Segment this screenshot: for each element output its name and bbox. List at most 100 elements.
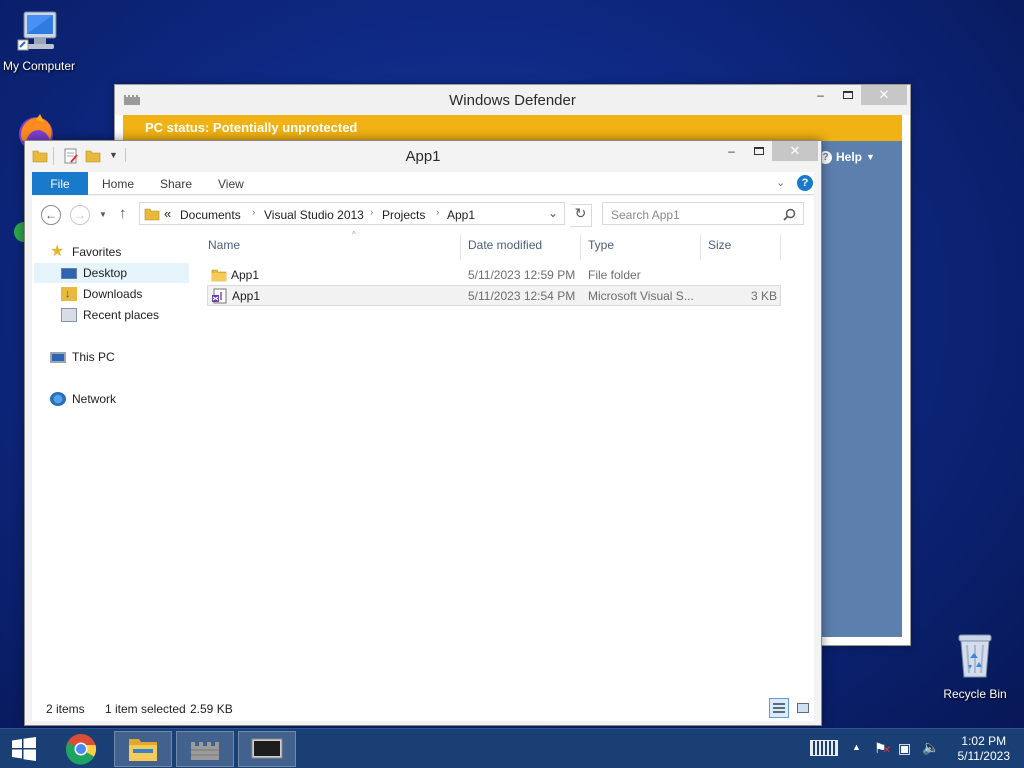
taskbar-file-explorer-button[interactable] <box>114 731 172 767</box>
address-box[interactable]: « Documents › Visual Studio 2013 › Proje… <box>139 202 565 225</box>
large-icons-view-icon <box>797 703 809 713</box>
breadcrumb-visual-studio[interactable]: Visual Studio 2013 <box>264 208 364 222</box>
star-icon: ★ <box>50 243 65 260</box>
nav-label: Network <box>72 392 117 406</box>
address-dropdown-chevron-icon[interactable]: ⌄ <box>548 206 558 220</box>
chevron-down-icon: ▼ <box>866 152 875 162</box>
desktop-icon <box>61 267 77 279</box>
back-arrow-icon: ← <box>45 208 57 222</box>
column-header-name[interactable]: Name <box>204 238 240 258</box>
folder-icon <box>211 269 227 282</box>
sort-indicator-icon: ^ <box>352 230 356 239</box>
column-header-type[interactable]: Type <box>584 238 614 258</box>
breadcrumb-projects[interactable]: Projects <box>382 208 425 222</box>
taskbar: ▲ ⚑✕ ▣ 🔈 1:02 PM 5/11/2023 <box>0 728 1024 768</box>
start-button[interactable] <box>0 731 48 767</box>
breadcrumb-separator-icon[interactable]: › <box>370 207 373 218</box>
breadcrumb-app1[interactable]: App1 <box>447 208 475 222</box>
close-icon: ✕ <box>789 143 801 158</box>
refresh-icon[interactable]: ↻ <box>570 204 592 227</box>
tab-home[interactable]: Home <box>102 172 134 195</box>
file-type: File folder <box>588 268 641 282</box>
file-explorer-window[interactable]: ▼ App1 – ✕ File Home Share View ⌄ ? ← → … <box>24 140 822 726</box>
maximize-icon <box>842 91 853 99</box>
show-hidden-icons-chevron-icon[interactable]: ▲ <box>852 742 861 752</box>
close-button[interactable]: ✕ <box>772 141 818 161</box>
defender-castle-icon <box>191 742 219 760</box>
keyboard-icon[interactable] <box>810 740 838 756</box>
nav-item-downloads[interactable]: ↓ Downloads <box>61 284 142 304</box>
clock-time: 1:02 PM <box>961 734 1007 748</box>
breadcrumb-overflow[interactable]: « <box>164 206 171 221</box>
minimize-button[interactable]: – <box>807 85 834 105</box>
volume-muted-icon[interactable]: 🔈 <box>922 739 939 756</box>
desktop-icon-label: Recycle Bin <box>943 687 1007 701</box>
nav-item-desktop[interactable]: Desktop <box>34 263 189 283</box>
search-icon[interactable] <box>783 208 796 221</box>
breadcrumb-documents[interactable]: Documents <box>180 208 241 222</box>
file-list: ^ Name Date modified Type Size App1 5/11… <box>204 230 814 695</box>
up-arrow-icon[interactable]: ↑ <box>119 205 127 222</box>
explorer-title-bar[interactable]: ▼ App1 – ✕ <box>25 141 821 171</box>
action-center-flag-icon[interactable]: ⚑✕ <box>874 740 891 757</box>
file-explorer-icon <box>129 739 157 761</box>
recent-locations-chevron-icon[interactable]: ▼ <box>99 210 107 219</box>
help-menu[interactable]: ? Help ▼ <box>819 150 875 164</box>
nav-item-network[interactable]: Network <box>50 389 116 409</box>
column-header-size[interactable]: Size <box>704 238 731 258</box>
nav-label: Recent places <box>83 308 160 322</box>
nav-item-favorites[interactable]: ★ Favorites <box>50 242 121 262</box>
this-pc-icon <box>50 351 66 363</box>
file-size: 3 KB <box>750 289 777 303</box>
expand-ribbon-chevron-icon[interactable]: ⌄ <box>776 176 785 189</box>
defender-title-bar[interactable]: Windows Defender – ✕ <box>115 85 910 115</box>
back-button[interactable]: ← <box>41 205 61 225</box>
breadcrumb-separator-icon[interactable]: › <box>252 207 255 218</box>
maximize-button[interactable] <box>745 141 772 161</box>
ribbon-tabs: File Home Share View ⌄ ? <box>32 172 814 195</box>
tab-file[interactable]: File <box>32 172 88 195</box>
tab-share[interactable]: Share <box>160 172 192 195</box>
folder-icon <box>144 208 160 221</box>
help-icon[interactable]: ? <box>797 175 813 191</box>
item-count: 2 items <box>46 702 85 716</box>
status-bar: 2 items 1 item selected 2.59 KB <box>32 695 814 721</box>
forward-button[interactable]: → <box>70 205 90 225</box>
nav-item-recent-places[interactable]: Recent places <box>61 305 159 325</box>
explorer-content: ★ Favorites Desktop ↓ Downloads Recent p… <box>32 230 814 695</box>
nav-item-this-pc[interactable]: This PC <box>50 347 115 367</box>
tab-view[interactable]: View <box>218 172 244 195</box>
search-box[interactable]: Search App1 <box>602 202 804 225</box>
desktop-icon-recycle-bin[interactable]: Recycle Bin <box>940 632 1010 701</box>
table-row[interactable]: App1 5/11/2023 12:59 PM File folder <box>207 264 781 285</box>
desktop-icon-my-computer[interactable]: My Computer <box>0 10 78 73</box>
details-view-icon <box>773 703 785 713</box>
pc-status-banner: PC status: Potentially unprotected <box>123 115 902 141</box>
windows-logo-icon <box>12 737 36 761</box>
network-status-icon[interactable]: ▣ <box>898 740 911 757</box>
large-icons-view-button[interactable] <box>793 698 813 718</box>
navigation-pane: ★ Favorites Desktop ↓ Downloads Recent p… <box>32 232 192 695</box>
selected-size: 2.59 KB <box>190 702 233 716</box>
taskbar-chrome-button[interactable] <box>52 731 110 767</box>
nav-label: This PC <box>72 350 115 364</box>
maximize-icon <box>753 147 764 155</box>
recent-places-icon <box>61 308 77 322</box>
maximize-button[interactable] <box>834 85 861 105</box>
breadcrumb-separator-icon[interactable]: › <box>436 207 439 218</box>
close-button[interactable]: ✕ <box>861 85 907 105</box>
table-row[interactable]: App1 5/11/2023 12:54 PM Microsoft Visual… <box>207 285 781 306</box>
file-type: Microsoft Visual S... <box>588 289 694 303</box>
clock-date: 5/11/2023 <box>957 749 1011 763</box>
system-clock[interactable]: 1:02 PM 5/11/2023 <box>958 734 1011 764</box>
file-name: App1 <box>231 268 260 282</box>
details-view-button[interactable] <box>769 698 789 718</box>
minimize-button[interactable]: – <box>718 141 745 161</box>
taskbar-defender-button[interactable] <box>176 731 234 767</box>
taskbar-remote-desktop-button[interactable] <box>238 731 296 767</box>
downloads-icon: ↓ <box>61 287 77 301</box>
visual-studio-solution-icon <box>212 288 227 304</box>
file-name: App1 <box>232 289 261 303</box>
column-header-date[interactable]: Date modified <box>464 238 542 258</box>
explorer-title: App1 <box>405 148 441 165</box>
